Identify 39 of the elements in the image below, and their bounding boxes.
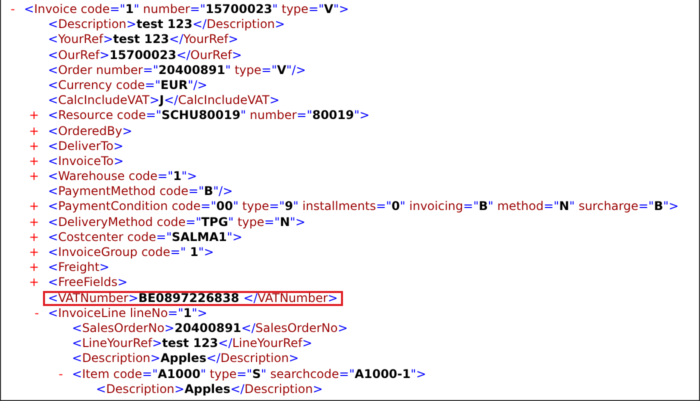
xml-line: <DeliveryMethod code="TPG" type="N"> bbox=[47, 214, 306, 230]
xml-line: <Costcenter code="SALMA1"> bbox=[47, 230, 244, 245]
expand-toggle[interactable]: + bbox=[28, 199, 39, 215]
expand-toggle[interactable]: + bbox=[28, 245, 39, 260]
expand-toggle[interactable]: - bbox=[10, 2, 15, 18]
xml-line: <SalesOrderNo>20400891</SalesOrderNo> bbox=[71, 320, 349, 336]
expand-toggle[interactable]: + bbox=[28, 275, 39, 291]
expand-toggle[interactable]: + bbox=[28, 260, 39, 276]
xml-line: <PaymentMethod code="B"/> bbox=[47, 184, 234, 200]
xml-line: <Order number="20400891" type="V"/> bbox=[47, 62, 307, 78]
xml-line: <InvoiceTo> bbox=[47, 154, 125, 170]
expand-toggle[interactable]: + bbox=[28, 124, 39, 139]
xml-line: <InvoiceGroup code=" 1"> bbox=[47, 245, 215, 260]
expand-toggle[interactable]: + bbox=[28, 154, 39, 170]
xml-line: <DeliverTo> bbox=[47, 138, 124, 154]
xml-line: <OurRef>15700023</OurRef> bbox=[47, 48, 243, 63]
expand-toggle[interactable]: - bbox=[34, 306, 39, 321]
xml-line: <LineYourRef>test 123</LineYourRef> bbox=[71, 336, 314, 352]
xml-line: <FreeFields> bbox=[47, 275, 129, 291]
xml-line: <OrderedBy> bbox=[47, 124, 134, 139]
expand-toggle[interactable]: - bbox=[58, 366, 63, 382]
expand-toggle[interactable]: + bbox=[28, 108, 39, 124]
xml-line: <InvoiceLine lineNo="1"> bbox=[47, 306, 208, 321]
expand-toggle[interactable]: + bbox=[28, 138, 39, 154]
xml-line: <Invoice code="1" number="15700023" type="V"> bbox=[23, 2, 350, 18]
xml-line: <Currency code="EUR"/> bbox=[47, 78, 208, 94]
xml-line: <Freight> bbox=[47, 260, 110, 276]
expand-toggle[interactable]: + bbox=[28, 230, 39, 246]
expand-toggle[interactable]: + bbox=[28, 169, 39, 184]
xml-line: <CalcIncludeVAT>J</CalcIncludeVAT> bbox=[47, 93, 281, 108]
xml-line: <Item code="A1000" type="S" searchcode="A1000-1"> bbox=[71, 366, 428, 382]
xml-line: <Description>Apples</Description> bbox=[71, 351, 300, 366]
xml-line: <Description>Apples</Description> bbox=[95, 382, 324, 397]
xml-line: <Warehouse code="1"> bbox=[47, 169, 198, 184]
xml-line: <Resource code="SCHU80019" number="80019"> bbox=[47, 108, 371, 124]
xml-line: <YourRef>test 123</YourRef> bbox=[47, 32, 240, 48]
xml-line: <Description>test 123</Description> bbox=[47, 17, 286, 32]
xml-line: <PaymentCondition code="00" type="9" installments="0" invoicing="B" method="N" surcharge="B"> bbox=[47, 199, 680, 215]
expand-toggle[interactable]: + bbox=[28, 214, 39, 230]
